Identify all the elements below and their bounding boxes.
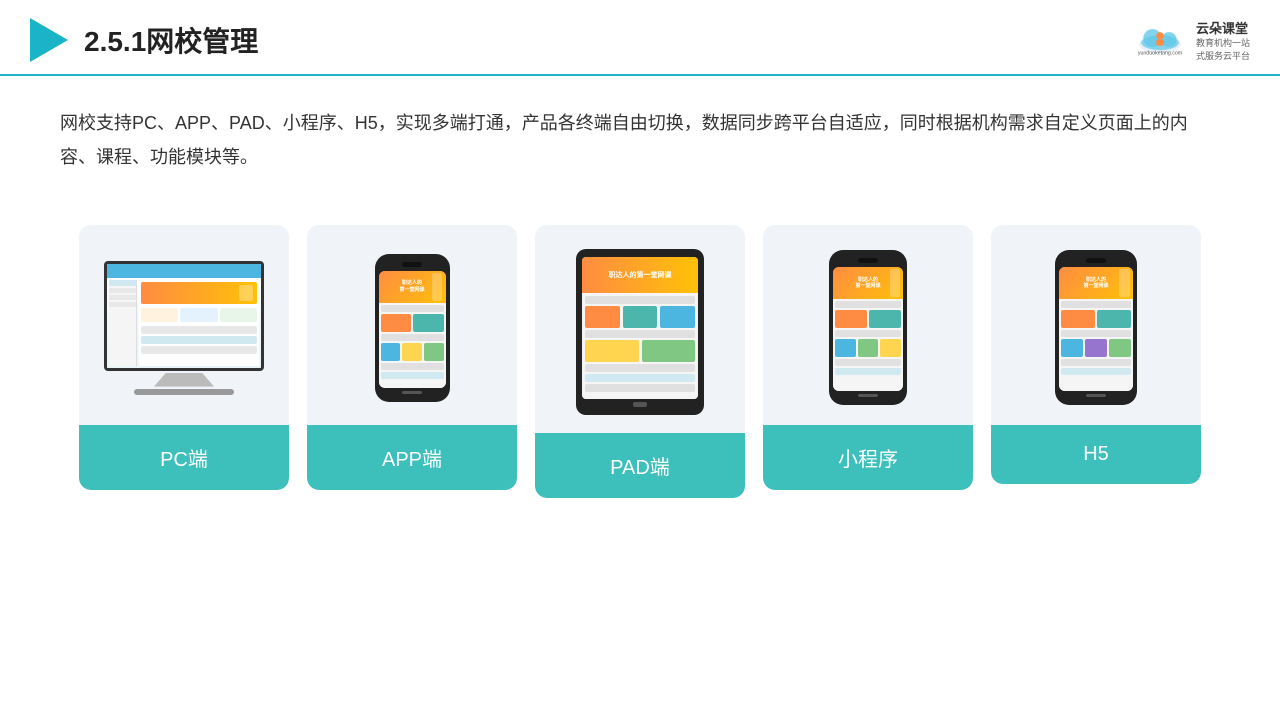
logo-area: yunduoketang.com 云朵课堂 教育机构一站式服务云平台	[1130, 18, 1250, 62]
h5-screen: 职达人的第一堂网课	[1059, 267, 1133, 391]
tablet-home-btn	[633, 402, 647, 407]
logo-sub: 教育机构一站式服务云平台	[1196, 37, 1250, 62]
card-pc-image	[79, 225, 289, 425]
card-miniprogram-label: 小程序	[763, 425, 973, 490]
miniprogram-screen: 职达人的第一堂网课	[833, 267, 903, 391]
miniprogram-home-btn	[858, 394, 878, 397]
tablet-mockup: 职达人的第一堂网课	[576, 249, 704, 415]
card-h5: 职达人的第一堂网课	[991, 225, 1201, 484]
app-phone-mockup: 职达人的第一堂网课	[375, 254, 450, 402]
header: 2.5.1网校管理 yunduoketang.com 云朵课堂	[0, 0, 1280, 76]
cloud-logo-svg: yunduoketang.com	[1130, 22, 1190, 58]
phone-notch-h5	[1086, 258, 1106, 263]
card-miniprogram: 职达人的第一堂网课	[763, 225, 973, 490]
pc-mockup	[104, 261, 264, 395]
cards-container: PC端 职达人的第一堂网课	[0, 195, 1280, 518]
description-text: 网校支持PC、APP、PAD、小程序、H5，实现多端打通，产品各终端自由切换，数…	[60, 113, 1188, 167]
phone-notch-mini	[858, 258, 878, 263]
page-title: 2.5.1网校管理	[84, 20, 258, 60]
pc-screen	[104, 261, 264, 371]
card-pad-label: PAD端	[535, 433, 745, 498]
logo-name: 云朵课堂	[1196, 18, 1250, 37]
card-pc-label: PC端	[79, 425, 289, 490]
header-left: 2.5.1网校管理	[30, 18, 258, 62]
card-pad-image: 职达人的第一堂网课	[535, 225, 745, 433]
card-app-label: APP端	[307, 425, 517, 490]
logo-text-block: 云朵课堂 教育机构一站式服务云平台	[1196, 18, 1250, 62]
phone-screen: 职达人的第一堂网课	[379, 271, 446, 388]
card-miniprogram-image: 职达人的第一堂网课	[763, 225, 973, 425]
h5-home-btn	[1086, 394, 1106, 397]
phone-notch	[402, 262, 422, 267]
svg-text:yunduoketang.com: yunduoketang.com	[1138, 51, 1183, 57]
logo-icon: yunduoketang.com 云朵课堂 教育机构一站式服务云平台	[1130, 18, 1250, 62]
card-h5-image: 职达人的第一堂网课	[991, 225, 1201, 425]
tablet-screen: 职达人的第一堂网课	[582, 257, 698, 399]
card-app: 职达人的第一堂网课	[307, 225, 517, 490]
card-pc: PC端	[79, 225, 289, 490]
card-pad: 职达人的第一堂网课	[535, 225, 745, 498]
miniprogram-phone-mockup: 职达人的第一堂网课	[829, 250, 907, 405]
play-icon	[30, 18, 68, 62]
description: 网校支持PC、APP、PAD、小程序、H5，实现多端打通，产品各终端自由切换，数…	[0, 76, 1280, 184]
phone-home-btn	[402, 391, 422, 394]
h5-phone-mockup: 职达人的第一堂网课	[1055, 250, 1137, 405]
card-h5-label: H5	[991, 425, 1201, 484]
card-app-image: 职达人的第一堂网课	[307, 225, 517, 425]
